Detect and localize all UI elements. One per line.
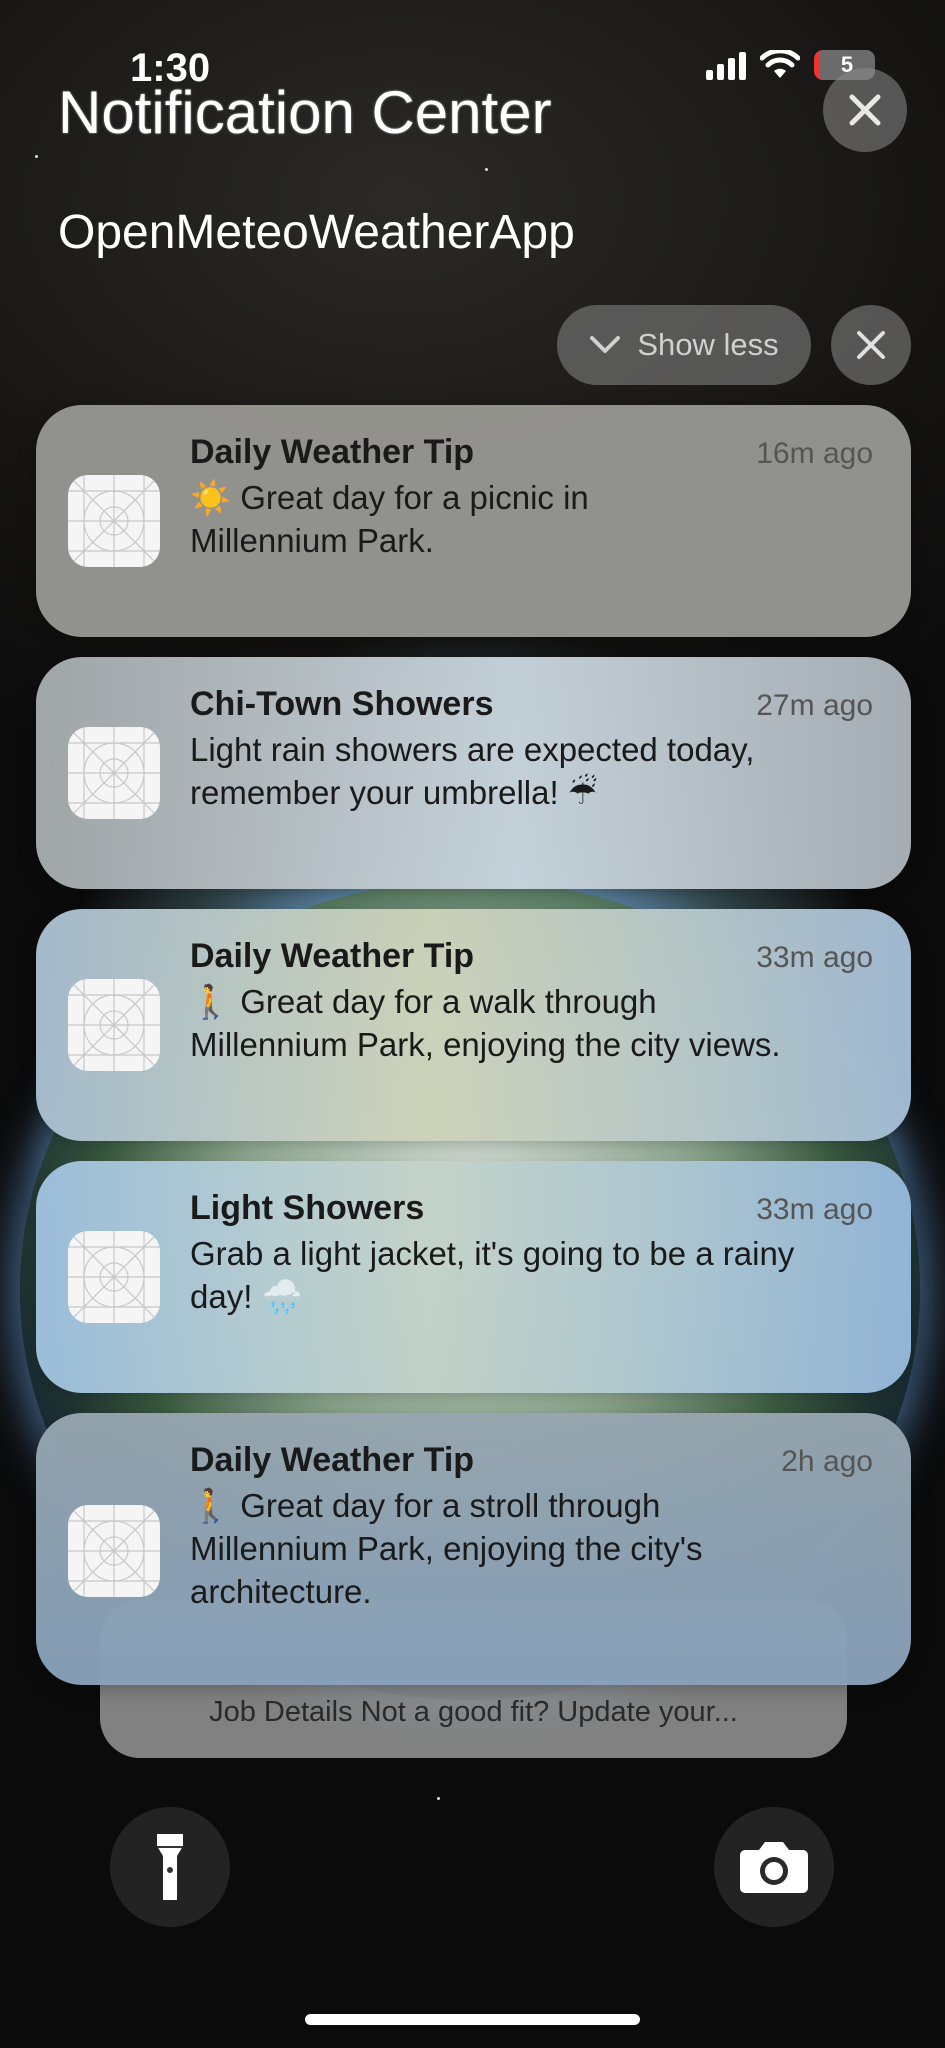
notification-body-line: day! 🌧️ <box>190 1278 303 1315</box>
star-dot <box>35 155 38 158</box>
notification-title: Chi-Town Showers <box>190 685 494 723</box>
notification-body-line: architecture. <box>190 1573 372 1610</box>
notification-body-line: Millennium Park, enjoying the city's <box>190 1530 703 1567</box>
cellular-signal-icon <box>706 50 746 80</box>
notification-card[interactable]: Daily Weather Tip 2h ago 🚶 Great day for … <box>36 1413 911 1685</box>
notification-body-line: 🚶 Great day for a stroll through <box>190 1487 661 1524</box>
close-icon <box>857 331 885 359</box>
notification-body-line: 🚶 Great day for a walk through <box>190 983 657 1020</box>
notification-body-line: Grab a light jacket, it's going to be a … <box>190 1235 795 1272</box>
home-indicator[interactable] <box>305 2014 640 2025</box>
chevron-down-icon <box>590 336 621 353</box>
star-dot <box>485 168 488 171</box>
notification-time: 16m ago <box>756 437 873 470</box>
show-less-button[interactable]: Show less <box>557 305 811 385</box>
app-placeholder-icon <box>68 1505 160 1597</box>
notification-body-line: Millennium Park. <box>190 522 434 559</box>
camera-icon <box>740 1842 808 1893</box>
notification-body: ☀️ Great day for a picnic in Millennium … <box>190 476 873 562</box>
notification-card[interactable]: Chi-Town Showers 27m ago Light rain showe… <box>36 657 911 889</box>
stacked-notification-text: Job Details Not a good fit? Update your.… <box>209 1696 738 1728</box>
notification-title: Light Showers <box>190 1189 425 1227</box>
app-placeholder-icon <box>68 979 160 1071</box>
app-placeholder-icon <box>68 475 160 567</box>
app-group-name: OpenMeteoWeatherApp <box>58 206 575 259</box>
clear-group-button[interactable] <box>831 305 911 385</box>
notification-time: 33m ago <box>756 1193 873 1226</box>
close-notification-center-button[interactable] <box>823 68 907 152</box>
notification-time: 27m ago <box>756 689 873 722</box>
page-title: Notification Center <box>58 79 552 146</box>
wifi-icon <box>760 50 800 78</box>
notification-title: Daily Weather Tip <box>190 937 475 975</box>
notification-title: Daily Weather Tip <box>190 1441 475 1479</box>
close-icon <box>849 94 881 126</box>
notification-body-line: remember your umbrella! ☔ <box>190 774 598 811</box>
notification-body-line: Millennium Park, enjoying the city views… <box>190 1026 781 1063</box>
notification-card[interactable]: Daily Weather Tip 16m ago ☀️ Great day fo… <box>36 405 911 637</box>
camera-button[interactable] <box>714 1807 834 1927</box>
notification-body-line: Light rain showers are expected today, <box>190 731 755 768</box>
flashlight-icon <box>157 1834 183 1900</box>
notification-card[interactable]: Light Showers 33m ago Grab a light jacket… <box>36 1161 911 1393</box>
notification-card[interactable]: Daily Weather Tip 33m ago 🚶 Great day for… <box>36 909 911 1141</box>
notification-body: Light rain showers are expected today, r… <box>190 728 873 814</box>
flashlight-button[interactable] <box>110 1807 230 1927</box>
notification-body: 🚶 Great day for a stroll through Millenn… <box>190 1484 873 1613</box>
show-less-label: Show less <box>637 327 779 362</box>
notification-body: Grab a light jacket, it's going to be a … <box>190 1232 873 1318</box>
notification-time: 2h ago <box>781 1445 873 1478</box>
star-dot <box>437 1797 440 1800</box>
notification-time: 33m ago <box>756 941 873 974</box>
app-placeholder-icon <box>68 1231 160 1323</box>
app-placeholder-icon <box>68 727 160 819</box>
notification-body-line: ☀️ Great day for a picnic in <box>190 479 589 516</box>
notification-body: 🚶 Great day for a walk through Millenniu… <box>190 980 873 1066</box>
notification-title: Daily Weather Tip <box>190 433 475 471</box>
